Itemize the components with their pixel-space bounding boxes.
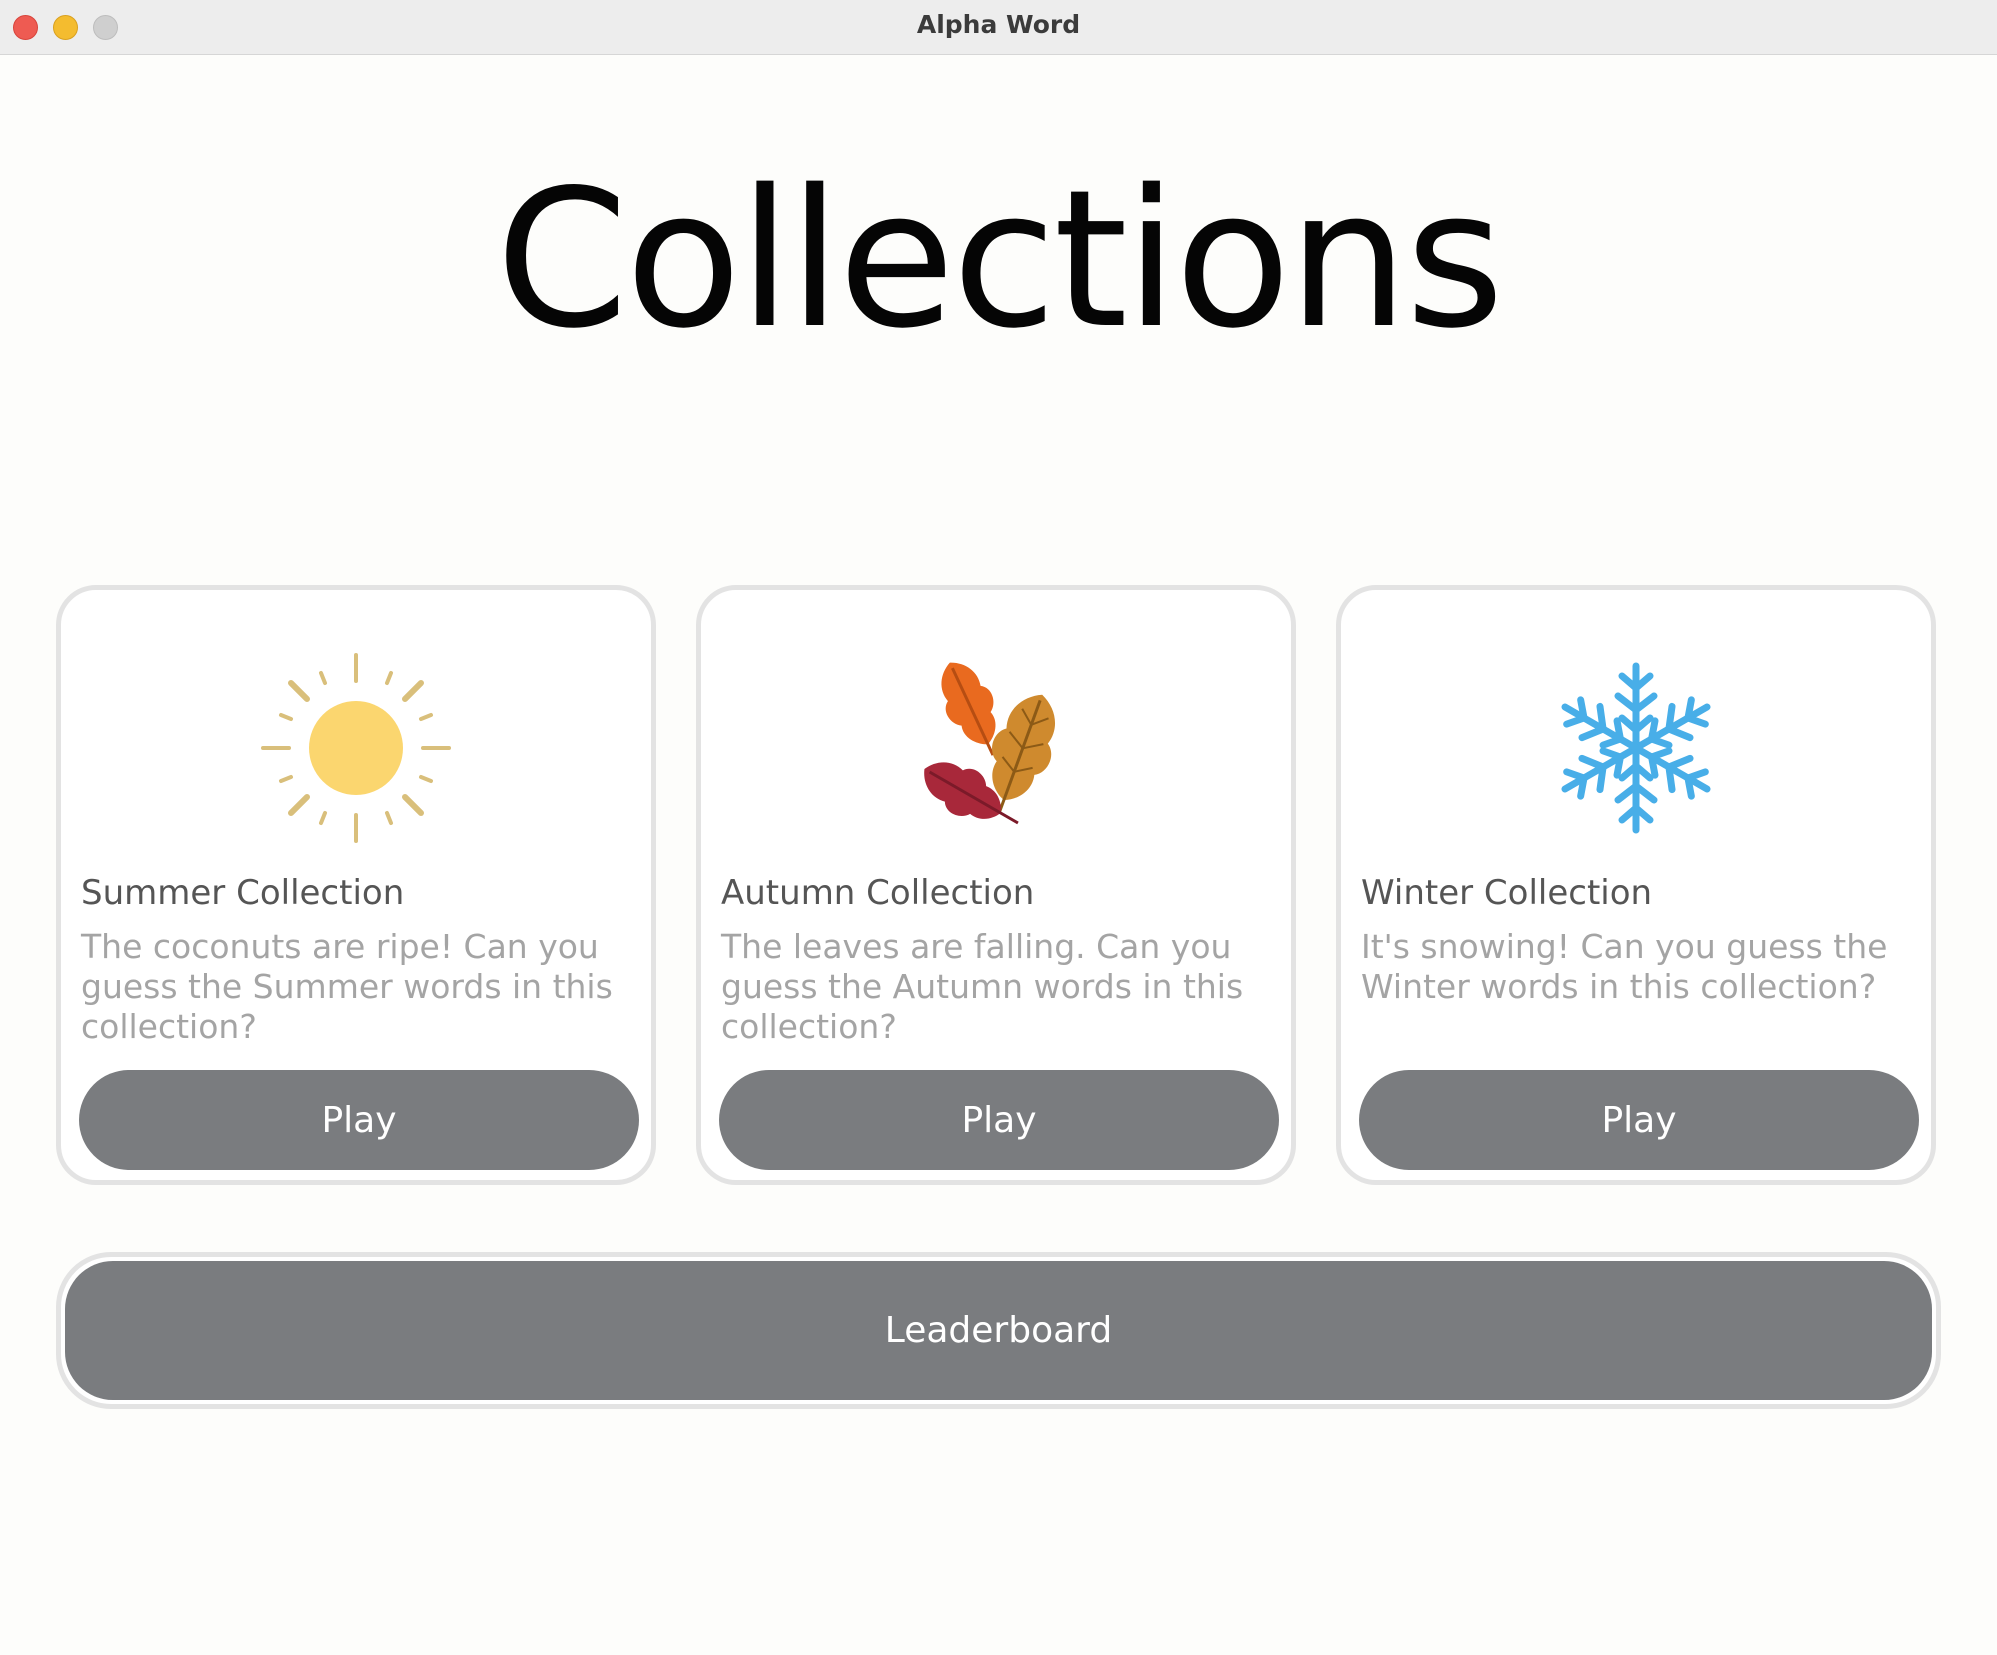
- window-title: Alpha Word: [916, 10, 1081, 39]
- collection-card-summer: Summer Collection The coconuts are ripe!…: [56, 585, 656, 1185]
- collections-list: Summer Collection The coconuts are ripe!…: [56, 585, 1941, 1190]
- snowflake-icon: [1341, 655, 1931, 840]
- app-window: Alpha Word Collections Summer Collection…: [0, 0, 1997, 1655]
- collection-card-autumn: Autumn Collection The leaves are falling…: [696, 585, 1296, 1185]
- title-bar: Alpha Word: [0, 0, 1997, 55]
- page-title: Collections: [495, 149, 1505, 370]
- collection-card-winter: Winter Collection It's snowing! Can you …: [1336, 585, 1936, 1185]
- collection-description: The leaves are falling. Can you guess th…: [721, 927, 1244, 1046]
- leaderboard-button[interactable]: Leaderboard: [65, 1261, 1932, 1400]
- collection-description: The coconuts are ripe! Can you guess the…: [81, 927, 613, 1046]
- autumn-leaves-icon: [701, 655, 1291, 840]
- collection-title: Winter Collection: [1361, 873, 1653, 913]
- leaderboard-container: Leaderboard: [56, 1252, 1941, 1409]
- play-autumn-button[interactable]: Play: [719, 1070, 1279, 1170]
- play-summer-button[interactable]: Play: [79, 1070, 639, 1170]
- collection-title: Autumn Collection: [721, 873, 1035, 913]
- collection-title: Summer Collection: [81, 873, 405, 913]
- play-winter-button[interactable]: Play: [1359, 1070, 1919, 1170]
- sun-icon: [61, 652, 651, 843]
- collection-description: It's snowing! Can you guess the Winter w…: [1361, 927, 1888, 1006]
